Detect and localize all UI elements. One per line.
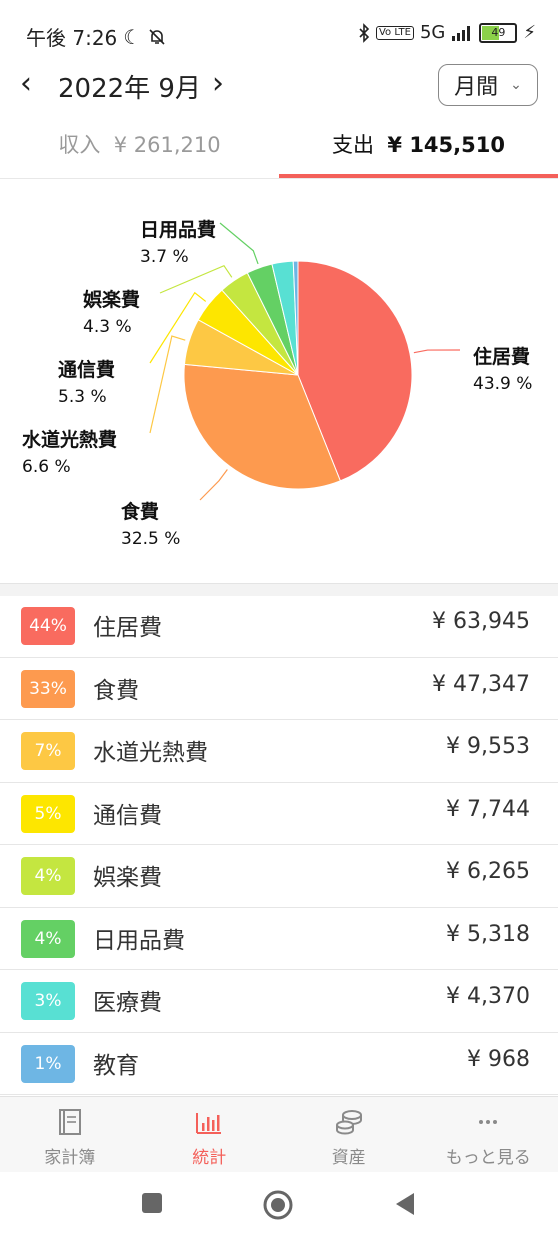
nav-more[interactable]: もっと見る <box>419 1097 558 1173</box>
nav-kakeibo[interactable]: 家計簿 <box>0 1097 140 1173</box>
next-month-button[interactable]: › <box>212 66 224 101</box>
slice-percent: 6.6 % <box>22 457 71 477</box>
category-amount: ¥ 968 <box>467 1046 530 1072</box>
percent-badge: 7% <box>21 732 75 770</box>
category-row[interactable]: 5% 通信費 ¥ 7,744 <box>0 783 558 845</box>
slice-label: 食費 <box>121 500 159 523</box>
category-amount: ¥ 7,744 <box>446 796 530 822</box>
category-list: 44% 住居費 ¥ 63,945 33% 食費 ¥ 47,347 7% 水道光熱費 ¥ 9,55… <box>0 595 558 1095</box>
leader-line <box>413 349 461 354</box>
category-name: 住居費 <box>93 615 162 641</box>
category-row[interactable]: 3% 医療費 ¥ 4,370 <box>0 970 558 1033</box>
nav-assets[interactable]: 資産 <box>279 1097 419 1173</box>
back-button[interactable] <box>394 1192 416 1216</box>
nav-label: もっと見る <box>445 1148 531 1168</box>
moon-icon: ☾ <box>123 24 142 49</box>
category-amount: ¥ 4,370 <box>446 984 530 1009</box>
slice-label: 水道光熱費 <box>22 428 117 451</box>
category-row[interactable]: 44% 住居費 ¥ 63,945 <box>0 595 558 658</box>
period-label: 月間 <box>454 75 499 100</box>
bottom-navigation: 家計簿 統計 資産 もっと見る <box>0 1096 558 1173</box>
percent-badge: 44% <box>21 607 75 645</box>
slice-label: 通信費 <box>58 358 115 381</box>
category-amount: ¥ 5,318 <box>446 921 530 947</box>
category-name: 教育 <box>93 1052 139 1079</box>
nav-label: 資産 <box>331 1148 366 1168</box>
charging-icon: ⚡ <box>523 22 536 43</box>
percent-badge: 4% <box>21 919 75 958</box>
slice-percent: 43.9 % <box>473 374 532 394</box>
slice-label: 娯楽費 <box>83 288 140 311</box>
percent-badge: 3% <box>21 982 75 1020</box>
chevron-down-icon: ⌄ <box>510 77 522 93</box>
battery-icon: 49 <box>479 22 518 43</box>
clock: 午後 7:26 <box>26 26 118 50</box>
category-row[interactable]: 4% 日用品費 ¥ 5,318 <box>0 908 558 970</box>
category-row[interactable]: 33% 食費 ¥ 47,347 <box>0 658 558 720</box>
slice-percent: 5.3 % <box>58 387 107 407</box>
category-amount: ¥ 6,265 <box>446 859 530 884</box>
slice-label: 住居費 <box>473 345 530 368</box>
category-name: 日用品費 <box>93 927 185 954</box>
home-button[interactable] <box>263 1190 293 1220</box>
category-row[interactable]: 1% 教育 ¥ 968 <box>0 1033 558 1095</box>
leader-line <box>199 469 228 501</box>
network-label: 5G <box>419 22 446 43</box>
category-amount: ¥ 63,945 <box>432 609 530 634</box>
book-icon <box>58 1109 81 1135</box>
period-dropdown[interactable]: 月間 ⌄ <box>438 64 538 106</box>
signal-icon <box>452 25 471 41</box>
slice-percent: 4.3 % <box>83 317 132 337</box>
category-name: 娯楽費 <box>93 865 162 891</box>
status-bar: 午後 7:26 ☾ Vo LTE 5G 49 ⚡ <box>0 0 558 66</box>
nav-label: 家計簿 <box>44 1148 96 1168</box>
category-row[interactable]: 7% 水道光熱費 ¥ 9,553 <box>0 720 558 783</box>
previous-month-button[interactable]: ‹ <box>20 66 32 101</box>
bar-chart-icon <box>196 1113 222 1134</box>
volte-icon: Vo LTE <box>375 25 414 40</box>
percent-badge: 4% <box>21 857 75 895</box>
category-name: 食費 <box>93 677 139 704</box>
category-name: 医療費 <box>93 990 162 1016</box>
category-row[interactable]: 4% 娯楽費 ¥ 6,265 <box>0 845 558 908</box>
percent-badge: 1% <box>21 1044 75 1083</box>
percent-badge: 33% <box>21 669 75 708</box>
category-name: 水道光熱費 <box>93 740 208 766</box>
bell-off-icon <box>149 28 165 45</box>
income-expense-tabs: 収入 ¥ 261,210 支出 ¥ 145,510 <box>0 118 558 179</box>
tab-expense[interactable]: 支出 ¥ 145,510 <box>279 118 558 178</box>
slice-percent: 32.5 % <box>121 529 180 549</box>
coins-icon <box>335 1110 362 1135</box>
nav-statistics[interactable]: 統計 <box>140 1097 280 1173</box>
leader-line <box>219 222 259 265</box>
percent-badge: 5% <box>21 794 75 833</box>
tab-income[interactable]: 収入 ¥ 261,210 <box>0 118 279 178</box>
system-navigation-bar <box>0 1172 558 1240</box>
pie-chart-svg: 住居費 43.9 % 食費 32.5 % 水道光熱費 6.6 % 通信費 5.3 % 娯楽費 4.… <box>22 218 532 549</box>
month-header: ‹ 2022年 9月 › 月間 ⌄ <box>0 60 558 116</box>
month-title: 2022年 9月 <box>58 74 201 104</box>
bluetooth-icon <box>359 22 370 43</box>
nav-label: 統計 <box>192 1148 227 1168</box>
category-amount: ¥ 9,553 <box>446 734 530 759</box>
slice-label: 日用品費 <box>140 218 216 241</box>
more-icon <box>479 1120 498 1124</box>
recents-button[interactable] <box>141 1192 163 1214</box>
category-amount: ¥ 47,347 <box>432 671 530 697</box>
expense-pie-chart: 住居費 43.9 % 食費 32.5 % 水道光熱費 6.6 % 通信費 5.3 % 娯楽費 4.… <box>0 178 558 583</box>
leader-line <box>159 264 233 294</box>
category-name: 通信費 <box>93 802 162 829</box>
leader-line <box>149 335 186 434</box>
slice-percent: 3.7 % <box>140 247 189 267</box>
